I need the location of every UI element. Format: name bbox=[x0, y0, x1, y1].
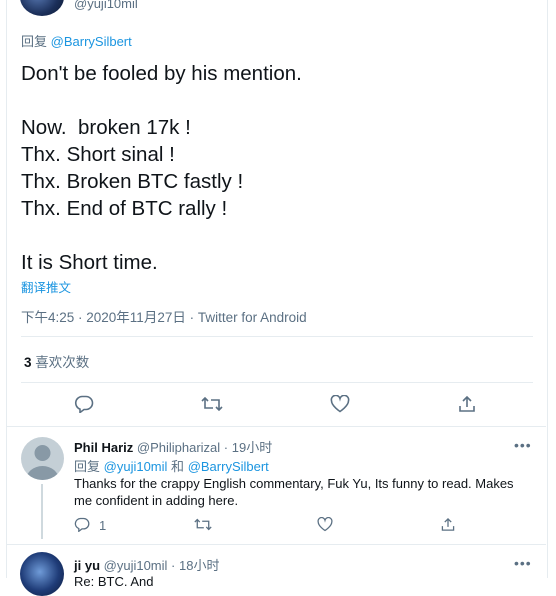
replying-to: 回复 @BarrySilbert bbox=[21, 31, 132, 50]
like-icon[interactable] bbox=[330, 395, 350, 413]
reply-time[interactable]: 18小时 bbox=[179, 558, 219, 573]
share-icon[interactable] bbox=[440, 517, 456, 532]
reply-author-name[interactable]: ji yu bbox=[74, 558, 100, 573]
reply-and: 和 bbox=[171, 459, 185, 474]
retweet-icon[interactable] bbox=[201, 395, 223, 413]
reply-prefix: 回复 bbox=[21, 34, 48, 49]
likes-label: 喜欢次数 bbox=[35, 355, 90, 370]
reply-header: Phil Hariz @Philipharizal · 19小时 bbox=[74, 440, 273, 455]
reply-author-name[interactable]: Phil Hariz bbox=[74, 440, 133, 455]
author-handle[interactable]: @yuji10mil bbox=[74, 0, 138, 11]
reply-replying-to: 回复 @yuji10mil 和 @BarrySilbert bbox=[74, 456, 269, 475]
divider bbox=[21, 382, 533, 383]
tweet-meta[interactable]: 下午4:25 · 2020年11月27日 · Twitter for Andro… bbox=[21, 306, 307, 326]
reply-avatar[interactable] bbox=[21, 437, 64, 480]
reply-to-link[interactable]: @BarrySilbert bbox=[51, 34, 132, 49]
reply-body: Re: BTC. And bbox=[74, 574, 154, 589]
tweet-body: Don't be fooled by his mention. Now. bro… bbox=[21, 62, 302, 274]
translate-link[interactable]: 翻译推文 bbox=[21, 277, 71, 296]
divider bbox=[7, 426, 546, 427]
reply-header: ji yu @yuji10mil · 18小时 bbox=[74, 558, 220, 573]
more-icon[interactable]: ••• bbox=[514, 555, 532, 571]
reply-to-link-2[interactable]: @BarrySilbert bbox=[188, 459, 269, 474]
reply-count: 1 bbox=[99, 518, 107, 533]
reply-time[interactable]: 19小时 bbox=[232, 440, 272, 455]
share-icon[interactable] bbox=[457, 395, 477, 413]
reply-author-handle[interactable]: @Philipharizal bbox=[137, 440, 220, 455]
reply-prefix: 回复 bbox=[74, 459, 101, 474]
divider bbox=[21, 336, 533, 337]
reply-author-handle[interactable]: @yuji10mil bbox=[104, 558, 168, 573]
reply-to-link-1[interactable]: @yuji10mil bbox=[104, 459, 168, 474]
thread-line bbox=[41, 484, 43, 539]
divider bbox=[7, 544, 546, 545]
more-icon[interactable]: ••• bbox=[514, 437, 532, 453]
reply-body: Thanks for the crappy English commentary… bbox=[74, 476, 514, 508]
likes-count: 3 bbox=[24, 355, 32, 370]
likes-stat[interactable]: 3 喜欢次数 bbox=[24, 351, 89, 371]
reply-avatar[interactable] bbox=[20, 552, 64, 596]
like-icon[interactable] bbox=[317, 517, 333, 532]
reply-icon[interactable] bbox=[74, 517, 90, 532]
reply-icon[interactable] bbox=[74, 395, 94, 413]
retweet-icon[interactable] bbox=[194, 517, 212, 532]
